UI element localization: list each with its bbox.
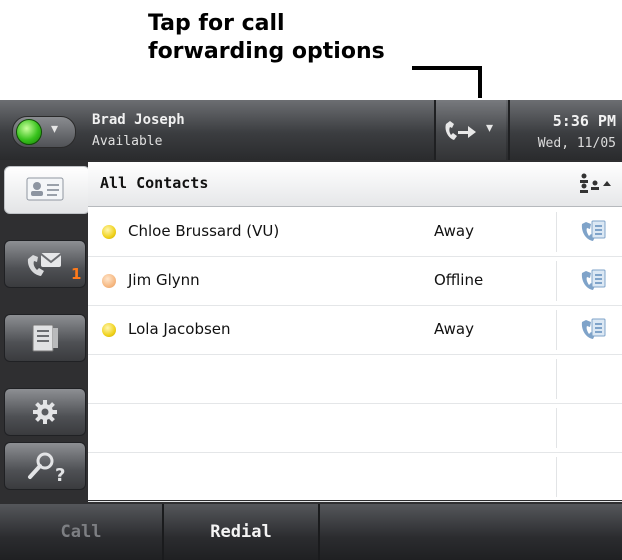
clock-date: Wed, 11/05 (537, 136, 616, 151)
contact-status: Away (434, 320, 474, 338)
callout-annotation: Tap for call forwarding options (148, 10, 408, 66)
divider (556, 212, 557, 252)
gear-icon (33, 400, 57, 424)
contact-name: Lola Jacobsen (128, 320, 231, 338)
presence-away-icon (102, 323, 116, 337)
phone-call-icon[interactable] (578, 218, 608, 244)
presence-offline-icon (102, 274, 116, 288)
presence-away-icon (102, 225, 116, 239)
divider (318, 504, 320, 560)
tab-messages[interactable]: 1 (4, 240, 86, 288)
phone-screen: ▾ Brad Joseph Available ▾ 5:36 PM Wed, 1… (0, 100, 622, 560)
help-search-icon: ? (28, 452, 65, 483)
directory-icon (32, 324, 58, 352)
svg-text:?: ? (55, 465, 65, 483)
tab-help-search[interactable]: ? (4, 442, 86, 490)
tab-settings[interactable] (4, 388, 86, 436)
presence-available-icon (16, 119, 42, 145)
contact-row[interactable]: Jim Glynn Offline (88, 257, 622, 306)
unread-badge: 1 (71, 265, 82, 283)
divider (556, 457, 557, 497)
divider (508, 100, 510, 160)
redial-softkey[interactable]: Redial (164, 504, 318, 560)
contact-name: Chloe Brussard (VU) (128, 222, 280, 240)
divider (556, 408, 557, 448)
chevron-down-icon: ▾ (486, 120, 494, 136)
contacts-header: All Contacts (88, 162, 622, 207)
contact-card-icon (26, 177, 64, 201)
callout-line-1: Tap for call (148, 11, 285, 36)
empty-row (88, 404, 622, 453)
contact-row[interactable]: Lola Jacobsen Away (88, 306, 622, 355)
callout-pointer-horizontal (412, 66, 482, 70)
call-softkey[interactable]: Call (0, 504, 162, 560)
user-status: Available (92, 134, 163, 149)
empty-row (88, 355, 622, 404)
divider (556, 310, 557, 350)
voicemail-icon (27, 253, 62, 276)
call-forward-icon (445, 121, 476, 140)
contact-name: Jim Glynn (128, 271, 200, 289)
contact-row[interactable]: Chloe Brussard (VU) Away (88, 208, 622, 257)
divider (556, 359, 557, 399)
page-title: All Contacts (100, 174, 209, 192)
contact-status: Offline (434, 271, 484, 289)
chevron-down-icon: ▾ (51, 121, 59, 137)
callout-pointer-vertical (478, 66, 482, 98)
phone-call-icon[interactable] (578, 267, 608, 293)
phone-call-icon[interactable] (578, 316, 608, 342)
presence-button[interactable]: ▾ (12, 116, 76, 148)
sort-icon[interactable] (578, 172, 612, 196)
divider (556, 261, 557, 301)
user-name: Brad Joseph (92, 112, 185, 128)
empty-row (88, 453, 622, 502)
tab-directory[interactable] (4, 314, 86, 362)
softkey-bar: Call Redial (0, 504, 622, 560)
contacts-pane: All Contacts Chloe Brussard (VU) Away Ji… (88, 162, 622, 502)
clock-time: 5:36 PM (552, 112, 616, 130)
callout-line-2: forwarding options (148, 39, 385, 64)
status-bar: ▾ Brad Joseph Available ▾ 5:36 PM Wed, 1… (0, 100, 622, 160)
tab-contacts[interactable] (4, 166, 90, 214)
contact-status: Away (434, 222, 474, 240)
